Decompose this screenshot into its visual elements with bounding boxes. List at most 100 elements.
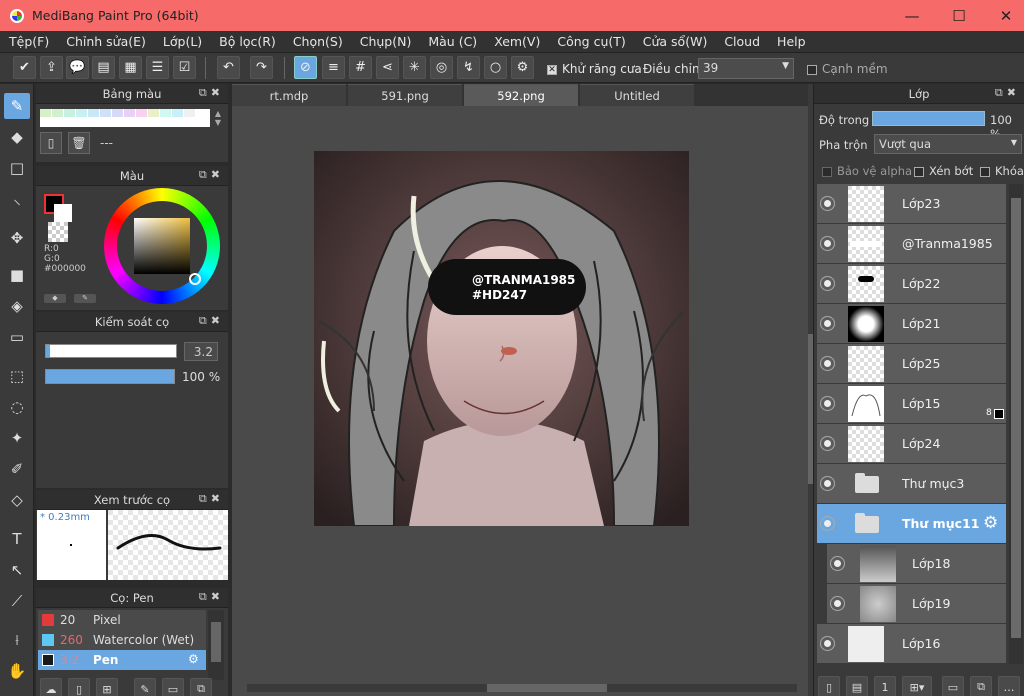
layers-scrollbar[interactable]	[1009, 184, 1023, 664]
cloud-brush-icon[interactable]: ☁	[40, 678, 62, 696]
brush-item[interactable]: 260 Watercolor (Wet)	[38, 630, 206, 650]
menu-help[interactable]: Help	[777, 34, 806, 49]
fill-shape-tool-icon[interactable]: ■	[4, 262, 30, 288]
layer-row[interactable]: @Tranma1985	[817, 224, 1006, 264]
snap-off-icon[interactable]: ⊘	[294, 56, 317, 79]
saturation-square[interactable]	[134, 218, 190, 274]
layer-row[interactable]: Lớp16	[817, 624, 1006, 664]
visibility-icon[interactable]	[821, 357, 834, 370]
protect-alpha-checkbox[interactable]	[822, 166, 832, 177]
layer-row[interactable]: Lớp21	[817, 304, 1006, 344]
upload-icon[interactable]: ⇪	[40, 56, 63, 79]
layer-row[interactable]: Lớp22	[817, 264, 1006, 304]
folder-row[interactable]: Thư mục3	[817, 464, 1006, 504]
horizontal-scrollbar[interactable]	[247, 684, 797, 692]
duplicate-layer-icon[interactable]: ⧉	[970, 676, 992, 696]
snap-perspective-icon[interactable]: ⋖	[376, 56, 399, 79]
visibility-icon[interactable]	[821, 517, 834, 530]
snap-parallel-icon[interactable]: ≡	[322, 56, 345, 79]
menu-window[interactable]: Cửa sổ(W)	[643, 34, 708, 49]
folder-icon[interactable]: ▭	[162, 678, 184, 696]
layer-1bit-icon[interactable]: 1	[874, 676, 896, 696]
visibility-icon[interactable]	[831, 597, 844, 610]
select-pen-tool-icon[interactable]: ✐	[4, 456, 30, 482]
layer-row[interactable]: Lớp19	[827, 584, 1006, 624]
gear-icon[interactable]: ⚙	[188, 652, 199, 666]
antialias-checkbox[interactable]: ✕	[547, 64, 557, 75]
layer-row[interactable]: Lớp23	[817, 184, 1006, 224]
bucket-tool-icon[interactable]: ◈	[4, 293, 30, 319]
clip-option[interactable]: Xén bớt	[914, 164, 973, 178]
visibility-icon[interactable]	[821, 317, 834, 330]
delete-palette-icon[interactable]: 🗑	[68, 132, 90, 154]
tab-rt-mdp[interactable]: rt.mdp	[232, 84, 346, 106]
menu-snap[interactable]: Chụp(N)	[360, 34, 412, 49]
checklist-icon[interactable]: ☑	[173, 56, 196, 79]
visibility-icon[interactable]	[821, 277, 834, 290]
comment-icon[interactable]: 💬	[66, 56, 89, 79]
tab-591-png[interactable]: 591.png	[348, 84, 462, 106]
snap-radial-icon[interactable]: ✳	[403, 56, 426, 79]
minimize-button[interactable]: —	[889, 0, 935, 31]
magic-wand-tool-icon[interactable]: ✦	[4, 425, 30, 451]
menu-view[interactable]: Xem(V)	[494, 34, 540, 49]
snap-ellipse-icon[interactable]: ○	[484, 56, 507, 79]
maximize-button[interactable]: ☐	[936, 0, 982, 31]
eraser-tool-icon[interactable]: ◆	[4, 124, 30, 150]
visibility-icon[interactable]	[821, 237, 834, 250]
menu-filter[interactable]: Bộ lọc(R)	[219, 34, 276, 49]
snap-settings-icon[interactable]: ⚙	[511, 56, 534, 79]
cloud-check-icon[interactable]: ✔	[13, 56, 36, 79]
select-tool-icon[interactable]: ⬚	[4, 363, 30, 389]
eyedropper-tool-icon[interactable]: ⟊	[4, 627, 30, 653]
lasso-tool-icon[interactable]: ◌	[4, 394, 30, 420]
menu-color[interactable]: Màu (C)	[428, 34, 477, 49]
menu-layer[interactable]: Lớp(L)	[163, 34, 202, 49]
document-icon[interactable]: ▦	[119, 56, 142, 79]
panel-controls-icon[interactable]: ⧉✖	[199, 590, 224, 604]
visibility-icon[interactable]	[821, 477, 834, 490]
menu-edit[interactable]: Chỉnh sửa(E)	[66, 34, 146, 49]
snap-grid-icon[interactable]: #	[349, 56, 372, 79]
color-picker-button[interactable]: ✎	[74, 294, 96, 303]
brush-item-selected[interactable]: 3.2 Pen ⚙	[38, 650, 206, 670]
tab-592-png[interactable]: 592.png	[464, 84, 578, 106]
palette-swatches[interactable]	[40, 109, 210, 127]
visibility-icon[interactable]	[821, 197, 834, 210]
panel-controls-icon[interactable]: ⧉✖	[199, 492, 224, 506]
panel-controls-icon[interactable]: ⧉✖	[199, 86, 224, 100]
divide-tool-icon[interactable]: ⟋	[4, 588, 30, 614]
dot-tool-icon[interactable]: ⸜	[4, 186, 30, 212]
hand-tool-icon[interactable]: ✋	[4, 658, 30, 684]
transparent-color-swatch[interactable]	[48, 222, 68, 242]
brush-item[interactable]: 20 Pixel	[38, 610, 206, 630]
visibility-icon[interactable]	[821, 397, 834, 410]
palette-scroll-icon[interactable]: ▲ ▼	[212, 109, 224, 127]
visibility-icon[interactable]	[831, 557, 844, 570]
blend-mode-dropdown[interactable]: Vượt qua ▼	[874, 134, 1022, 154]
folder-row-selected[interactable]: Thư mục11 ⚙	[817, 504, 1006, 544]
layer-row[interactable]: Lớp18	[827, 544, 1006, 584]
new-palette-icon[interactable]: ▯	[40, 132, 62, 154]
more-icon[interactable]: …	[998, 676, 1020, 696]
clip-checkbox[interactable]	[914, 166, 924, 177]
panel-controls-icon[interactable]: ⧉✖	[199, 314, 224, 328]
tab-untitled[interactable]: Untitled	[580, 84, 694, 106]
new-layer-icon[interactable]: ▯	[818, 676, 840, 696]
duplicate-icon[interactable]: ⧉	[190, 678, 212, 696]
undo-icon[interactable]: ↶	[217, 56, 240, 79]
operation-tool-icon[interactable]: ↖	[4, 557, 30, 583]
new-folder-icon[interactable]: ▭	[942, 676, 964, 696]
gear-icon[interactable]: ⚙	[983, 513, 998, 533]
lock-option[interactable]: Khóa	[980, 164, 1024, 178]
background-color-swatch[interactable]	[54, 204, 72, 222]
panel-controls-icon[interactable]: ⧉✖	[995, 86, 1020, 100]
canvas-area[interactable]: rt.mdp 591.png 592.png Untitled @TRANMA1…	[232, 84, 808, 696]
visibility-icon[interactable]	[821, 437, 834, 450]
color-mode-button[interactable]: ◆	[44, 294, 66, 303]
color-wheel[interactable]	[104, 188, 220, 304]
gradient-tool-icon[interactable]: ▭	[4, 324, 30, 350]
brush-size-slider[interactable]	[45, 344, 177, 358]
soft-edge-checkbox[interactable]	[807, 64, 817, 75]
protect-alpha-option[interactable]: Bảo vệ alpha	[822, 164, 912, 178]
